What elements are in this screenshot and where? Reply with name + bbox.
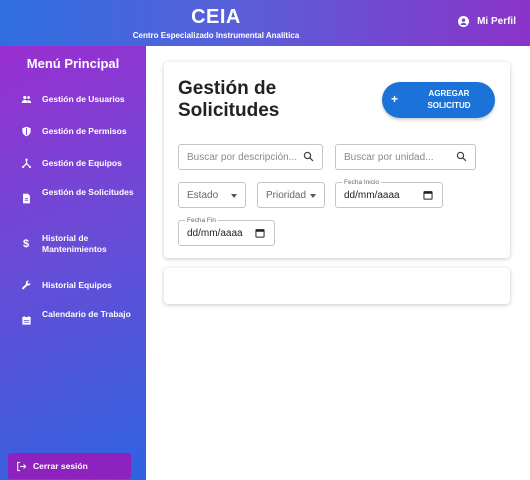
sidebar-item-label: Calendario de Trabajo bbox=[42, 309, 131, 319]
sidebar-item-label: Gestión de Equipos bbox=[42, 157, 122, 168]
fecha-inicio-label: Fecha Inicio bbox=[342, 178, 382, 187]
page-title: Gestión de Solicitudes bbox=[178, 78, 280, 121]
network-icon bbox=[20, 157, 32, 169]
profile-button[interactable]: Mi Perfil bbox=[458, 16, 516, 27]
sidebar-item-historial-equipos[interactable]: Historial Equipos bbox=[0, 278, 146, 292]
logout-label: Cerrar sesión bbox=[33, 461, 88, 471]
wrench-icon bbox=[20, 279, 32, 291]
prioridad-select[interactable]: Prioridad bbox=[257, 182, 325, 208]
search-unit-field[interactable] bbox=[335, 144, 476, 170]
sidebar-item-label: Gestión de Permisos bbox=[42, 125, 127, 136]
sidebar-item-equipos[interactable]: Gestión de Equipos bbox=[0, 156, 146, 170]
add-solicitud-button[interactable]: + AGREGAR SOLICITUD bbox=[382, 82, 495, 118]
logout-icon bbox=[17, 461, 27, 471]
results-card bbox=[164, 268, 510, 304]
search-icon bbox=[303, 151, 314, 162]
sidebar-item-label: Gestión de Usuarios bbox=[42, 93, 125, 104]
fecha-inicio-field[interactable]: Fecha Inicio dd/mm/aaaa bbox=[335, 178, 443, 208]
sidebar-item-label: Gestión de Solicitudes bbox=[42, 187, 134, 197]
fecha-fin-value: dd/mm/aaaa bbox=[187, 228, 243, 239]
calendar-icon[interactable] bbox=[423, 190, 433, 200]
logout-button[interactable]: Cerrar sesión bbox=[8, 453, 131, 479]
sidebar: Menú Principal Gestión de Usuarios Gesti… bbox=[0, 46, 146, 480]
solicitudes-card: Gestión de Solicitudes + AGREGAR SOLICIT… bbox=[164, 62, 510, 258]
calendar-icon bbox=[20, 314, 32, 326]
chevron-down-icon bbox=[310, 194, 316, 198]
search-icon bbox=[456, 151, 467, 162]
brand: CEIA Centro Especializado Instrumental A… bbox=[116, 6, 316, 42]
estado-select[interactable]: Estado bbox=[178, 182, 246, 208]
shield-icon bbox=[20, 125, 32, 137]
calendar-icon[interactable] bbox=[255, 228, 265, 238]
document-icon bbox=[20, 192, 32, 204]
sidebar-item-mantenimientos[interactable]: $ Historial de Mantenimientos bbox=[0, 232, 146, 256]
add-button-label: AGREGAR SOLICITUD bbox=[427, 89, 471, 110]
sidebar-item-calendario[interactable]: Calendario de Trabajo bbox=[0, 308, 146, 332]
app-title: CEIA bbox=[191, 6, 241, 28]
chevron-down-icon bbox=[231, 194, 237, 198]
plus-icon: + bbox=[391, 92, 399, 106]
sidebar-item-usuarios[interactable]: Gestión de Usuarios bbox=[0, 92, 146, 106]
dollar-icon: $ bbox=[22, 238, 30, 250]
user-circle-icon bbox=[458, 16, 470, 27]
search-unit-input[interactable] bbox=[336, 145, 475, 169]
top-bar: CEIA Centro Especializado Instrumental A… bbox=[0, 0, 530, 46]
users-icon bbox=[20, 93, 32, 105]
prioridad-label: Prioridad bbox=[266, 190, 307, 201]
search-description-input[interactable] bbox=[179, 145, 322, 169]
fecha-inicio-value: dd/mm/aaaa bbox=[344, 190, 400, 201]
menu-title: Menú Principal bbox=[26, 56, 120, 71]
app-subtitle: Centro Especializado Instrumental Analít… bbox=[132, 31, 300, 40]
sidebar-item-label: Historial de Mantenimientos bbox=[42, 233, 107, 254]
profile-label: Mi Perfil bbox=[477, 16, 516, 27]
sidebar-item-label: Historial Equipos bbox=[42, 279, 112, 290]
fecha-fin-label: Fecha Fin bbox=[185, 216, 218, 225]
search-description-field[interactable] bbox=[178, 144, 323, 170]
fecha-fin-field[interactable]: Fecha Fin dd/mm/aaaa bbox=[178, 216, 275, 246]
sidebar-item-solicitudes[interactable]: Gestión de Solicitudes bbox=[0, 186, 146, 210]
estado-label: Estado bbox=[187, 190, 219, 201]
sidebar-item-permisos[interactable]: Gestión de Permisos bbox=[0, 124, 146, 138]
